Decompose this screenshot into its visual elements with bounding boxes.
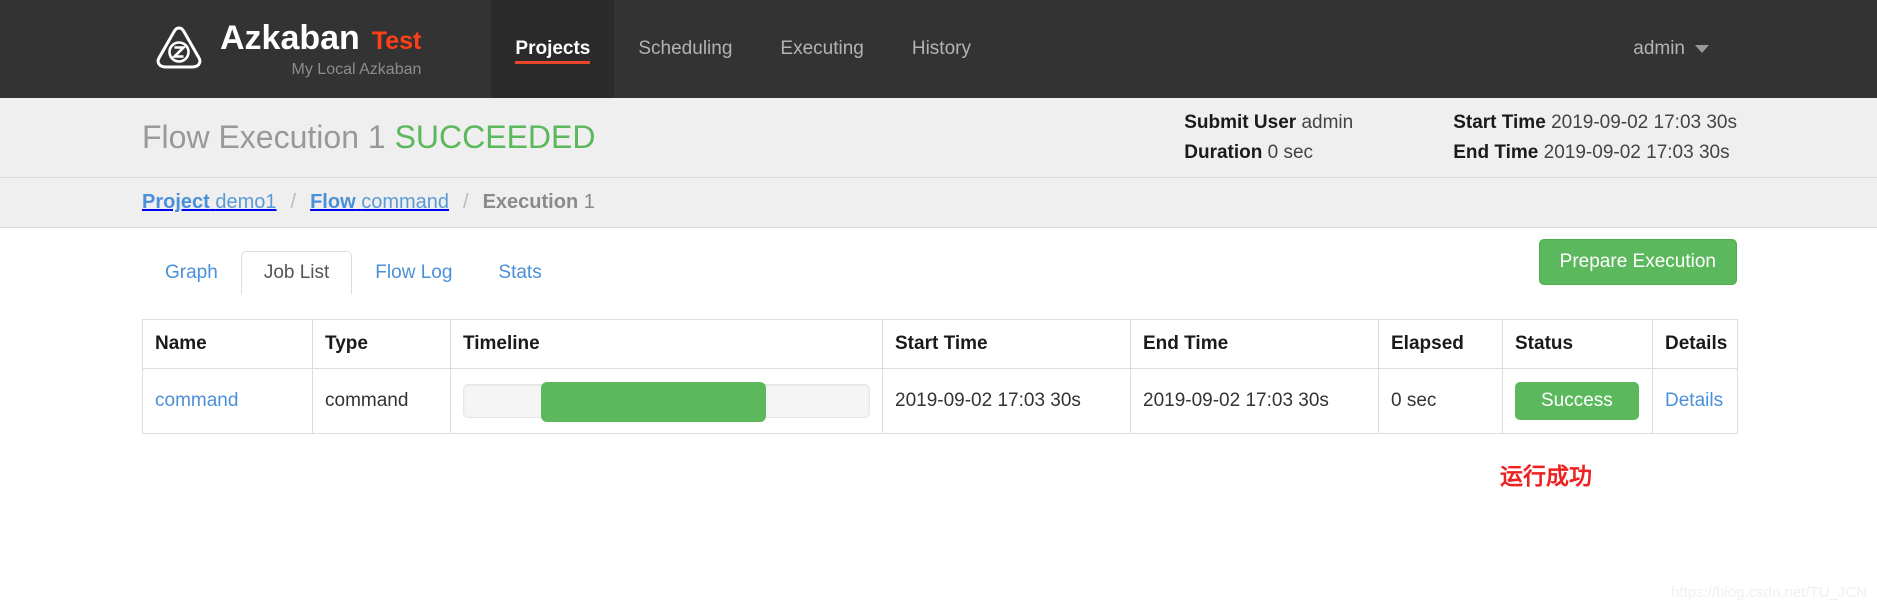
breadcrumb-execution-value: 1: [583, 191, 595, 213]
brand-block[interactable]: Azkaban Test My Local Azkaban: [0, 0, 431, 98]
tab-flow-log[interactable]: Flow Log: [352, 251, 475, 295]
brand-suffix: Test: [371, 26, 422, 55]
top-navbar: Azkaban Test My Local Azkaban Projects S…: [0, 0, 1877, 98]
watermark: https://blog.csdn.net/TU_JCN: [1671, 584, 1867, 601]
breadcrumb: Project demo1 / Flow command / Execution…: [0, 178, 1877, 228]
col-header-start-time: Start Time: [882, 319, 1131, 369]
breadcrumb-flow-value: command: [361, 191, 450, 213]
nav-item-history-label: History: [911, 38, 971, 59]
col-header-status: Status: [1502, 319, 1653, 369]
cell-job-name: command: [142, 368, 313, 434]
breadcrumb-item-flow[interactable]: Flow command: [310, 191, 449, 214]
col-header-details: Details: [1652, 319, 1738, 369]
cell-elapsed: 0 sec: [1378, 368, 1503, 434]
nav-item-scheduling-label: Scheduling: [638, 38, 733, 59]
job-name-link[interactable]: command: [155, 390, 238, 411]
meta-end-time-label: End Time: [1453, 141, 1539, 163]
nav-item-scheduling[interactable]: Scheduling: [614, 0, 756, 98]
main-content: Graph Job List Flow Log Stats Prepare Ex…: [0, 239, 1877, 434]
meta-duration-value: 0 sec: [1267, 141, 1314, 163]
timeline-track: [463, 382, 870, 422]
nav-item-history[interactable]: History: [888, 0, 995, 98]
nav-links: Projects Scheduling Executing History: [491, 0, 995, 98]
nav-item-executing[interactable]: Executing: [756, 0, 887, 98]
cell-details: Details: [1652, 368, 1738, 434]
execution-meta: Submit User admin Duration 0 sec Start T…: [1184, 108, 1737, 168]
brand-text: Azkaban Test My Local Azkaban: [220, 16, 421, 82]
tab-graph[interactable]: Graph: [142, 251, 241, 295]
user-menu-label: admin: [1633, 38, 1685, 59]
job-list-table: Name Type Timeline Start Time End Time E…: [142, 319, 1738, 434]
tab-stats[interactable]: Stats: [475, 251, 564, 295]
meta-duration-label: Duration: [1184, 141, 1263, 163]
cell-status: Success: [1502, 368, 1653, 434]
col-header-timeline: Timeline: [450, 319, 883, 369]
table-header-row: Name Type Timeline Start Time End Time E…: [142, 319, 1738, 369]
chevron-down-icon: [1695, 45, 1709, 53]
table-row: command command 2019-09-02 17:03 30s 201…: [142, 368, 1738, 434]
cell-end-time: 2019-09-02 17:03 30s: [1130, 368, 1379, 434]
cell-job-type: command: [312, 368, 451, 434]
status-badge: Success: [1515, 382, 1639, 420]
meta-col-times: Start Time 2019-09-02 17:03 30s End Time…: [1453, 108, 1737, 168]
breadcrumb-execution-label: Execution: [482, 191, 579, 213]
annotation-text: 运行成功: [1500, 464, 1592, 490]
nav-right: admin: [1633, 0, 1877, 98]
cell-start-time: 2019-09-02 17:03 30s: [882, 368, 1131, 434]
execution-header: Flow Execution 1 SUCCEEDED Submit User a…: [0, 98, 1877, 178]
breadcrumb-separator: /: [290, 191, 297, 213]
nav-item-executing-label: Executing: [780, 38, 864, 59]
breadcrumb-project-value: demo1: [215, 191, 277, 213]
breadcrumb-flow-label: Flow: [310, 191, 356, 213]
col-header-elapsed: Elapsed: [1378, 319, 1503, 369]
page-title: Flow Execution 1 SUCCEEDED: [142, 119, 595, 156]
azkaban-logo-icon: [152, 22, 206, 76]
meta-end-time: End Time 2019-09-02 17:03 30s: [1453, 138, 1737, 168]
meta-col-user: Submit User admin Duration 0 sec: [1184, 108, 1353, 168]
prepare-execution-button[interactable]: Prepare Execution: [1538, 239, 1737, 285]
breadcrumb-project-label: Project: [142, 191, 210, 213]
execution-status-text: SUCCEEDED: [394, 119, 596, 155]
timeline-bar: [540, 382, 766, 422]
tab-job-list[interactable]: Job List: [240, 251, 353, 295]
meta-end-time-value: 2019-09-02 17:03 30s: [1543, 141, 1730, 163]
breadcrumb-item-project[interactable]: Project demo1: [142, 191, 277, 214]
brand-name: Azkaban: [220, 18, 360, 57]
breadcrumb-separator-2: /: [463, 191, 469, 213]
meta-start-time: Start Time 2019-09-02 17:03 30s: [1453, 108, 1737, 138]
brand-subtitle: My Local Azkaban: [291, 60, 422, 78]
col-header-end-time: End Time: [1130, 319, 1379, 369]
meta-submit-user: Submit User admin: [1184, 108, 1353, 138]
meta-submit-user-label: Submit User: [1184, 111, 1297, 133]
meta-start-time-value: 2019-09-02 17:03 30s: [1551, 111, 1737, 133]
tab-bar: Graph Job List Flow Log Stats Prepare Ex…: [142, 239, 1737, 295]
page-root: Azkaban Test My Local Azkaban Projects S…: [0, 0, 1877, 609]
details-link[interactable]: Details: [1665, 390, 1723, 411]
breadcrumb-item-execution: Execution 1: [483, 191, 595, 214]
nav-active-underline: [515, 61, 591, 64]
execution-title-text: Flow Execution 1: [142, 119, 386, 155]
user-menu[interactable]: admin: [1633, 38, 1709, 60]
meta-duration: Duration 0 sec: [1184, 138, 1353, 168]
meta-start-time-label: Start Time: [1453, 111, 1546, 133]
col-header-name: Name: [142, 319, 313, 369]
cell-timeline: [450, 368, 883, 434]
meta-submit-user-value: admin: [1301, 111, 1354, 133]
nav-item-projects[interactable]: Projects: [491, 0, 615, 98]
nav-item-projects-label: Projects: [515, 38, 591, 59]
col-header-type: Type: [312, 319, 451, 369]
